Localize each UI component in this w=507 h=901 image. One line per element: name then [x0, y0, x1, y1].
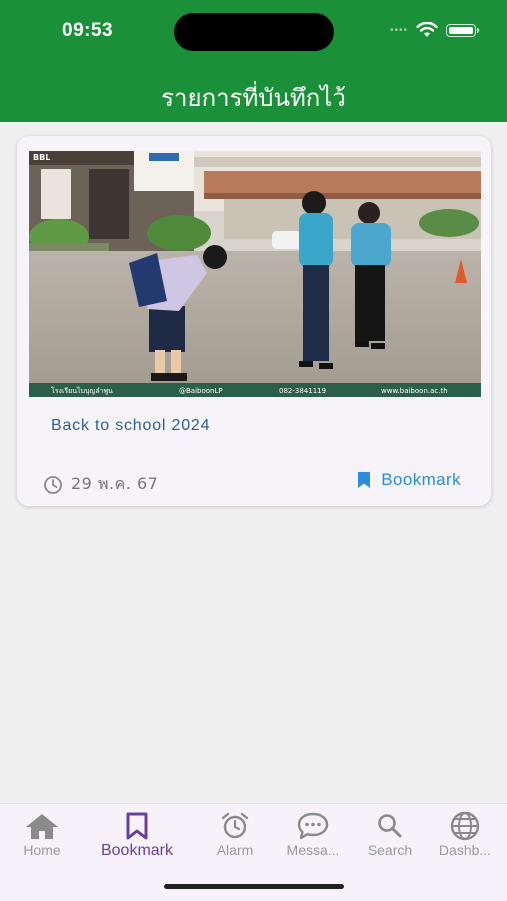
app-header: 09:53 •••• รายการที่บันทึกไว้ — [0, 0, 507, 122]
tab-label-bookmark: Bookmark — [100, 842, 174, 859]
clock-icon — [44, 475, 62, 494]
photo-caption-handle: @BaiboonLP — [179, 387, 223, 395]
tab-messages[interactable]: Messa... — [273, 810, 353, 858]
home-indicator[interactable] — [164, 884, 344, 889]
message-icon — [297, 812, 329, 840]
bookmark-filled-icon — [358, 472, 371, 488]
photo-caption-school: โรงเรียนไบบุญลำพูน — [51, 386, 113, 395]
bookmark-label: Bookmark — [381, 470, 461, 489]
bookmark-card[interactable]: BBL โรงเรียนไบบุญลำพูน @BaiboonLP 082-38… — [17, 136, 491, 506]
tab-label-alarm: Alarm — [216, 842, 254, 858]
photo-caption-website: www.baiboon.ac.th — [381, 387, 448, 395]
date-text: 29 พ.ค. 67 — [71, 474, 159, 493]
bookmark-icon — [126, 812, 148, 840]
photo-caption-phone: 082-3841119 — [279, 387, 326, 395]
globe-icon — [450, 811, 480, 841]
home-icon — [26, 814, 58, 839]
battery-tip — [477, 27, 479, 33]
tab-label-messages: Messa... — [286, 842, 340, 858]
status-time: 09:53 — [62, 20, 114, 41]
tab-search[interactable]: Search — [350, 810, 430, 858]
tab-label-search: Search — [367, 842, 413, 858]
post-title[interactable]: Back to school 2024 — [51, 417, 210, 435]
photo-logo: BBL — [33, 153, 50, 162]
tab-label-dashboard: Dashb... — [438, 842, 492, 858]
wifi-icon — [416, 22, 438, 37]
post-photo[interactable]: BBL โรงเรียนไบบุญลำพูน @BaiboonLP 082-38… — [29, 151, 481, 397]
school-photo-illustration: BBL โรงเรียนไบบุญลำพูน @BaiboonLP 082-38… — [29, 151, 481, 397]
search-icon — [378, 814, 402, 838]
post-date: 29 พ.ค. 67 — [43, 472, 158, 497]
tab-home[interactable]: Home — [2, 810, 82, 858]
tab-dashboard[interactable]: Dashb... — [425, 810, 505, 858]
bookmark-button[interactable]: Bookmark — [357, 470, 461, 490]
signal-icon: •••• — [389, 24, 408, 36]
tab-alarm[interactable]: Alarm — [195, 810, 275, 858]
page-title: รายการที่บันทึกไว้ — [161, 84, 346, 112]
dynamic-island — [174, 13, 334, 51]
alarm-icon — [221, 812, 249, 839]
tab-bookmark[interactable]: Bookmark — [97, 810, 177, 860]
battery-icon — [446, 23, 476, 37]
status-icons: •••• — [390, 22, 479, 38]
tab-label-home: Home — [23, 842, 61, 858]
